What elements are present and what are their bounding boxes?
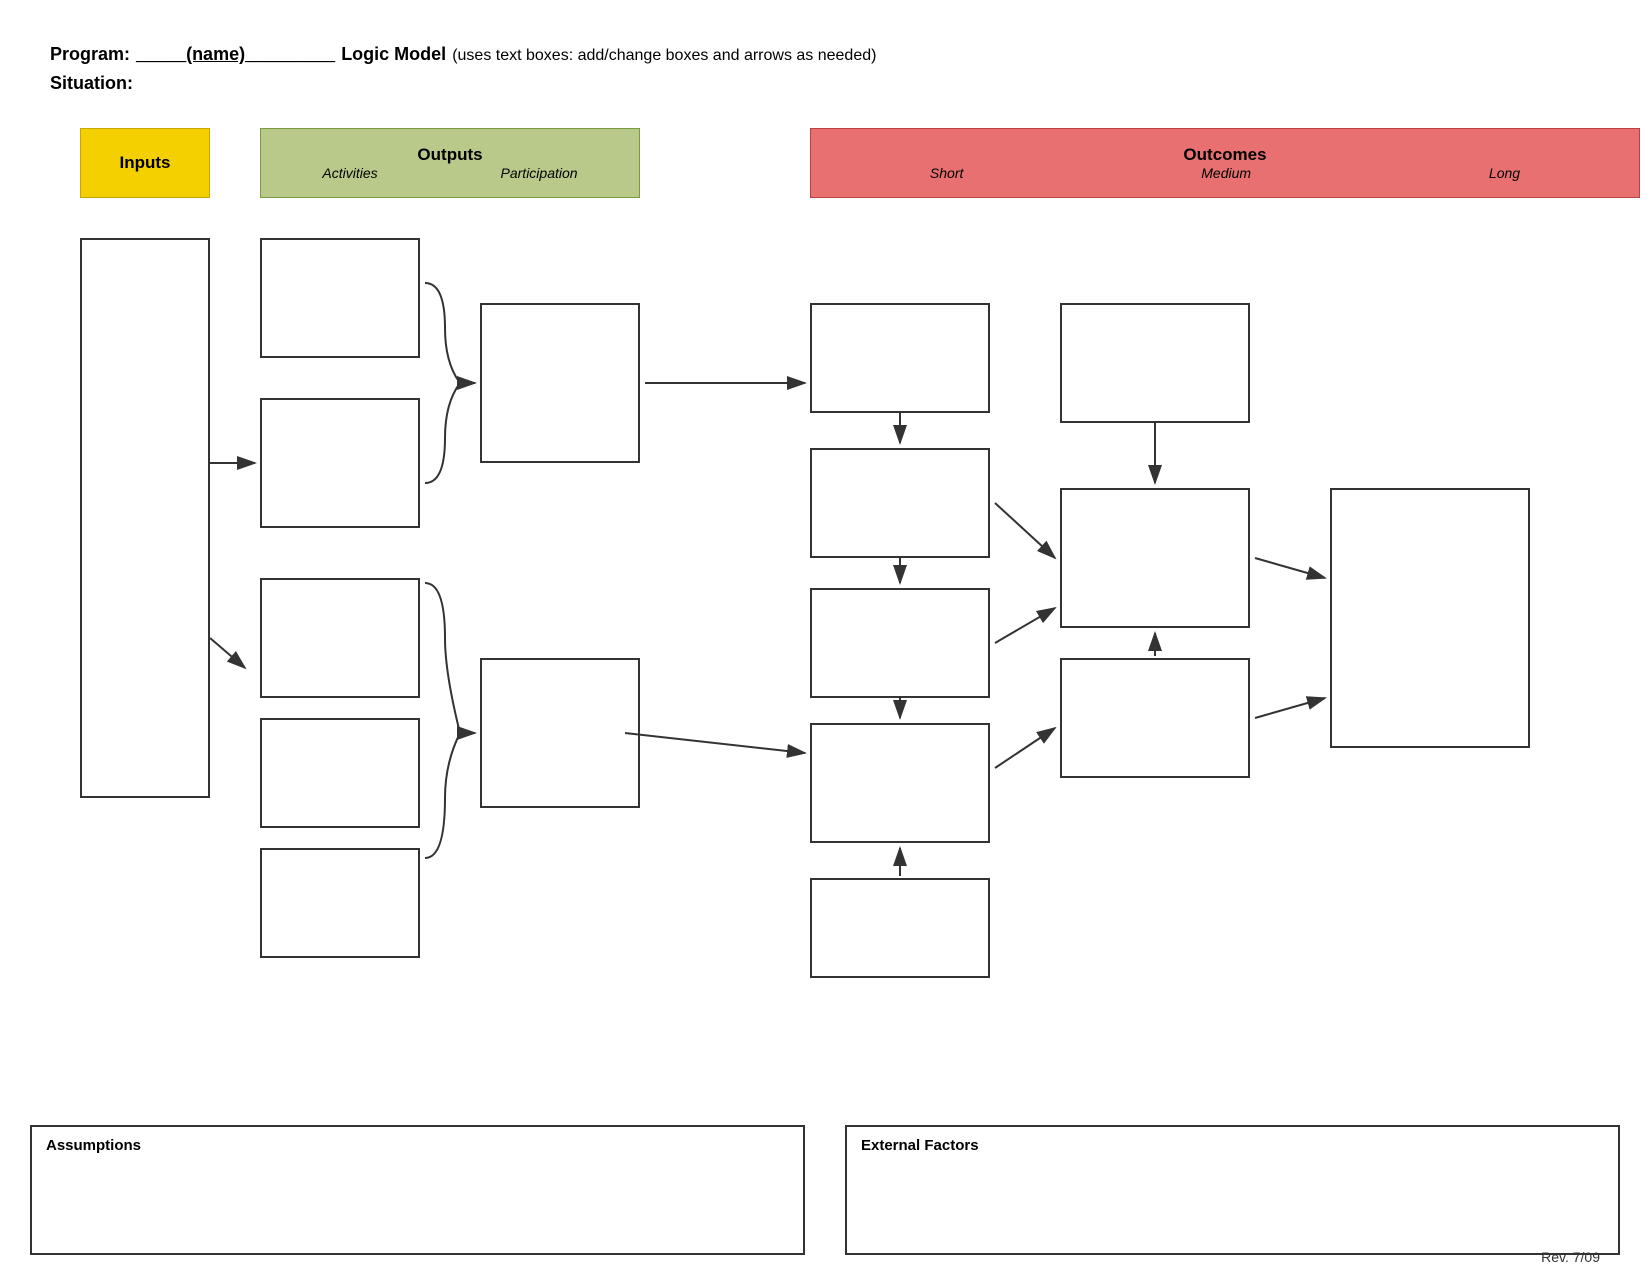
outputs-sub2: Participation xyxy=(501,165,578,181)
outputs-sub1: Activities xyxy=(322,165,377,181)
footer: Rev. 7/09 xyxy=(1541,1249,1600,1265)
assumptions-title: Assumptions xyxy=(46,1137,789,1154)
medium-outcome-3[interactable] xyxy=(1060,658,1250,778)
inputs-box[interactable] xyxy=(80,238,210,798)
header: Program: _____(name)_________ Logic Mode… xyxy=(50,40,1600,98)
activities-box-4[interactable] xyxy=(260,718,420,828)
program-name: _____(name)_________ xyxy=(136,40,335,69)
activities-box-2[interactable] xyxy=(260,398,420,528)
outcomes-sub2: Medium xyxy=(1201,165,1251,181)
outcomes-title: Outcomes xyxy=(1183,145,1266,165)
outcomes-header: Outcomes Short Medium Long xyxy=(810,128,1640,198)
bottom-section: Assumptions External Factors xyxy=(30,1125,1620,1255)
short-outcome-5[interactable] xyxy=(810,878,990,978)
outcomes-sub1: Short xyxy=(930,165,963,181)
activities-box-1[interactable] xyxy=(260,238,420,358)
short-outcome-4[interactable] xyxy=(810,723,990,843)
medium-outcome-2[interactable] xyxy=(1060,488,1250,628)
inputs-header: Inputs xyxy=(80,128,210,198)
short-outcome-1[interactable] xyxy=(810,303,990,413)
outputs-header: Outputs Activities Participation xyxy=(260,128,640,198)
outputs-subtitle: Activities Participation xyxy=(261,165,639,181)
activities-box-3[interactable] xyxy=(260,578,420,698)
logic-model-label: Logic Model xyxy=(341,40,446,69)
diagram: Inputs Outputs Activities Participation … xyxy=(50,128,1600,1178)
activities-box-5[interactable] xyxy=(260,848,420,958)
situation-label: Situation: xyxy=(50,73,133,93)
outputs-title: Outputs xyxy=(417,145,482,165)
subtitle-text: (uses text boxes: add/change boxes and a… xyxy=(452,43,876,69)
short-outcome-3[interactable] xyxy=(810,588,990,698)
participation-box-2[interactable] xyxy=(480,658,640,808)
inputs-title: Inputs xyxy=(120,153,171,173)
program-label: Program: xyxy=(50,40,130,69)
external-factors-box[interactable]: External Factors xyxy=(845,1125,1620,1255)
assumptions-box[interactable]: Assumptions xyxy=(30,1125,805,1255)
outcomes-sub3: Long xyxy=(1489,165,1520,181)
participation-box-1[interactable] xyxy=(480,303,640,463)
medium-outcome-1[interactable] xyxy=(1060,303,1250,423)
external-factors-title: External Factors xyxy=(861,1137,1604,1154)
short-outcome-2[interactable] xyxy=(810,448,990,558)
footer-text: Rev. 7/09 xyxy=(1541,1249,1600,1265)
page: Program: _____(name)_________ Logic Mode… xyxy=(0,0,1650,1275)
outcomes-subtitle: Short Medium Long xyxy=(811,165,1639,181)
long-outcome-1[interactable] xyxy=(1330,488,1530,748)
